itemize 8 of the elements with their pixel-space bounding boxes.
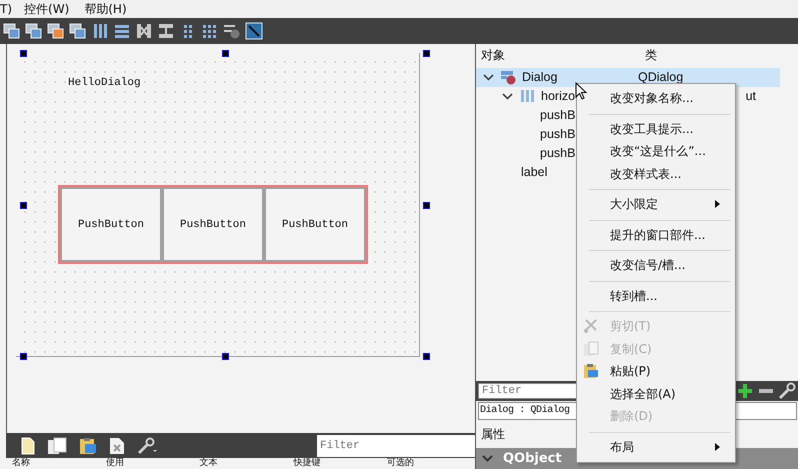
form-label: HelloDialog (68, 77, 141, 89)
object-name: pushB (540, 108, 576, 122)
group-name: QObject (503, 451, 562, 466)
object-name: Dialog (522, 70, 558, 84)
panel-title: 属性 (481, 426, 505, 444)
class-name: ut (746, 89, 756, 104)
class-name: QDialog (638, 70, 684, 84)
object-name: horizo (541, 89, 576, 104)
